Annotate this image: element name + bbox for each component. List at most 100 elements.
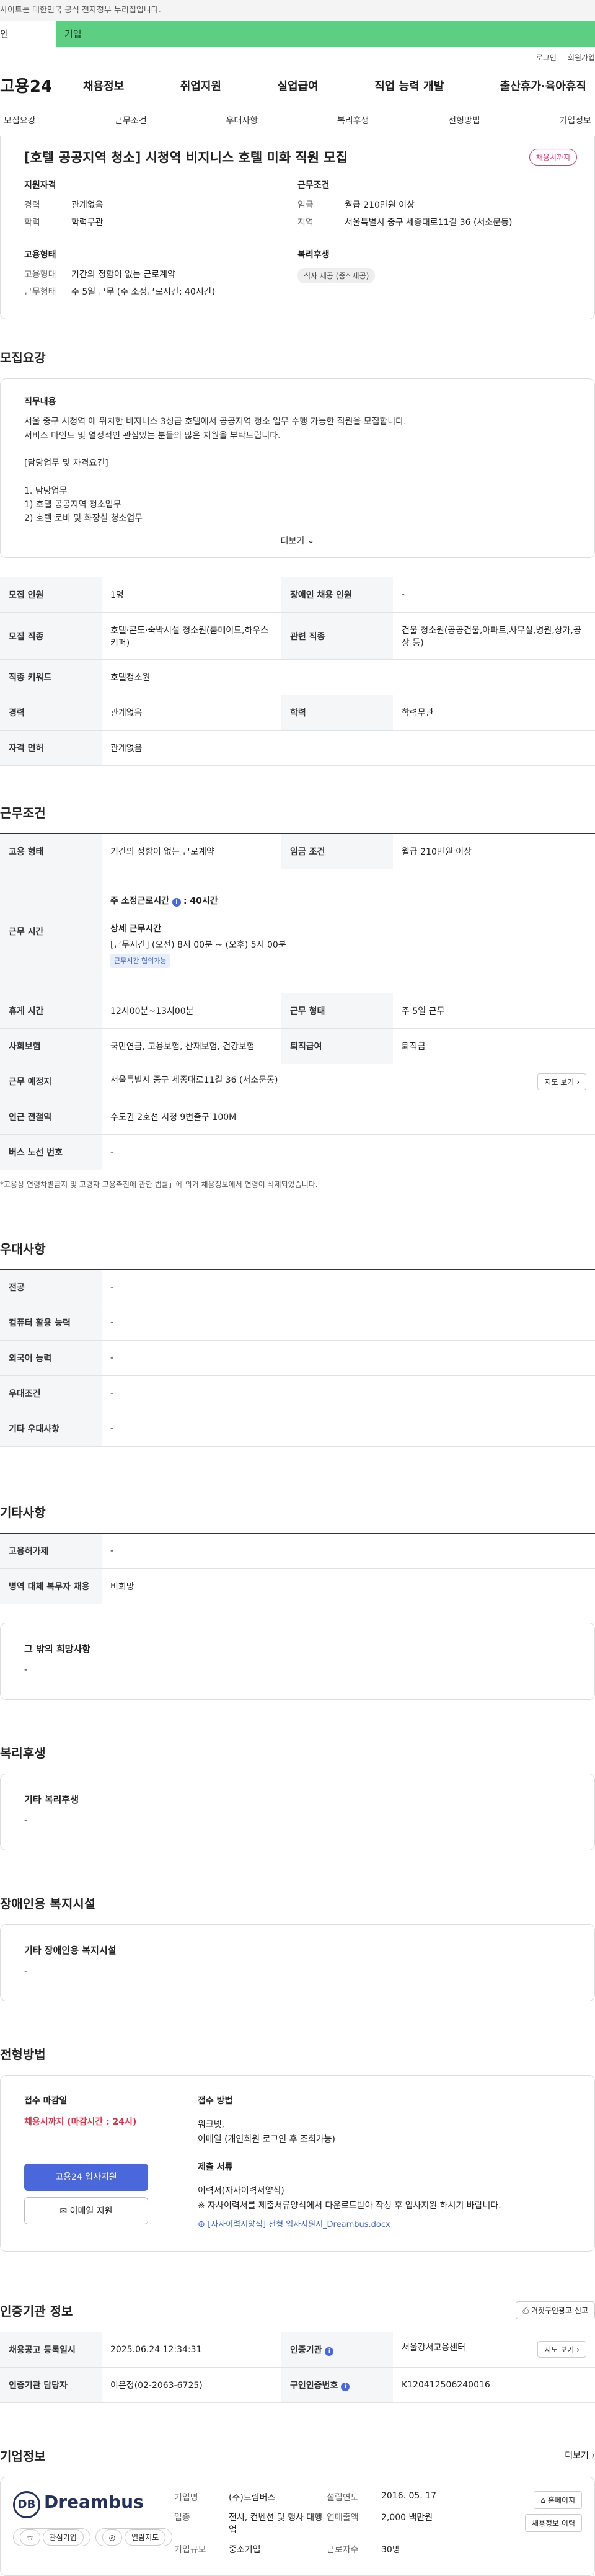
hours-cell: 주 소정근로시간 i : 40시간 상세 근무시간 [근무시간] (오전) 8시… (102, 869, 595, 993)
table-header-cell: 근무 시간 (0, 869, 102, 993)
gnb-item-unemployment-benefit[interactable]: 실업급여 (269, 78, 327, 94)
table-header-cell: 모집 인원 (0, 577, 102, 613)
homepage-button[interactable]: ⌂ 홈페이지 (534, 2490, 582, 2509)
pin-icon: ◎ (102, 2529, 123, 2546)
table-header-cell: 인증기관 i (281, 2331, 393, 2368)
summary-value: 관계없음 (71, 200, 104, 210)
table-row: 근무 시간 주 소정근로시간 i : 40시간 상세 근무시간 [근무시간] (… (0, 869, 595, 993)
company-info-grid: 기업명 (주)드림버스 설립연도 2016. 05. 17 업종 전시, 컨벤션 및 행… (174, 2491, 495, 2562)
agency-map-button[interactable]: 지도 보기 › (537, 2341, 586, 2358)
hours-week-value: : 40시간 (183, 896, 218, 907)
gnb-item-employment-support[interactable]: 취업지원 (172, 78, 230, 94)
anchor-preference[interactable]: 우대사항 (223, 114, 262, 127)
gnb-item-vocational-training[interactable]: 직업 능력 개발 (366, 78, 452, 94)
anchor-apply[interactable]: 전형방법 (444, 114, 484, 127)
table-cell: - (102, 1340, 595, 1376)
section-title-etc: 기타사항 (0, 1505, 46, 1520)
duty-line: 서울 중구 시청역 에 위치한 비지니스 3성급 호텔에서 공공지역 청소 업무… (24, 417, 407, 427)
report-fake-ad-button[interactable]: ⎙ 거짓구인광고 신고 (516, 2301, 595, 2319)
job-history-button[interactable]: 채용정보 이력 (524, 2513, 582, 2532)
agency-label: 인증기관 (290, 2345, 322, 2355)
table-header-cell: 인근 전철역 (0, 1099, 102, 1135)
other-wish-value: - (24, 1665, 28, 1675)
table-row: 고용 형태 기간의 정함이 없는 근로계약 임금 조건 월급 210만원 이상 (0, 833, 595, 869)
table-row: 전공 - (0, 1269, 595, 1305)
section-title-work: 근무조건 (0, 806, 46, 820)
table-header-cell: 근무 형태 (281, 993, 393, 1029)
table-row: 모집 인원 1명 장애인 채용 인원 - (0, 577, 595, 613)
chevron-right-icon: › (576, 2345, 580, 2355)
table-header-cell: 관련 직종 (281, 612, 393, 660)
disability-value: - (24, 1966, 28, 1976)
company-logo-mark: DB (13, 2490, 40, 2518)
table-header-cell: 전공 (0, 1269, 102, 1305)
company-value: 중소기업 (229, 2544, 261, 2555)
disability-heading: 기타 장애인용 복지시설 (24, 1945, 117, 1956)
table-cell: 2025.06.24 12:34:31 (102, 2331, 281, 2368)
email-apply-button[interactable]: ✉ 이메일 지원 (24, 2197, 148, 2224)
table-cell: 수도권 2호선 시청 9번출구 100M (102, 1099, 595, 1135)
company-value: 2016. 05. 17 (381, 2490, 437, 2501)
job-summary-card: [호텔 공공지역 청소] 시청역 비지니스 호텔 미화 직원 모집 채용시까지 … (0, 136, 595, 319)
resume-form-link[interactable]: [자사이력서양식] 전형 입사지원서_Dreambus.docx (208, 2220, 390, 2229)
table-header-cell: 구인인증번호 i (281, 2367, 393, 2403)
favorite-company-button[interactable]: ☆ 관심기업 (13, 2528, 90, 2546)
preference-table: 전공 - 컴퓨터 활용 능력 - 외국어 능력 - 우대조건 - 기타 우대사항 - (0, 1269, 595, 1447)
duty-line: [담당업무 및 자격요건] (24, 458, 108, 469)
table-cell: 관계없음 (102, 695, 281, 731)
summary-key: 고용형태 (24, 270, 56, 280)
table-header-cell: 장애인 채용 인원 (281, 577, 393, 613)
signup-link[interactable]: 회원가입 (568, 52, 595, 63)
status-badge: 채용시까지 (529, 148, 577, 166)
work-place: 서울특별시 중구 세종대로11길 36 (서소문동) (110, 1075, 278, 1085)
table-header-cell: 채용공고 등록일시 (0, 2331, 102, 2368)
summary-key: 학력 (24, 218, 40, 228)
table-header-cell: 인증기관 담당자 (0, 2367, 102, 2403)
deadline-heading: 접수 마감일 (24, 2096, 68, 2106)
map-button[interactable]: 지도 보기 › (537, 1073, 586, 1090)
cert-number-label: 구인인증번호 (290, 2380, 338, 2391)
table-header-cell: 외국어 능력 (0, 1340, 102, 1376)
anchor-benefit[interactable]: 복리후생 (333, 114, 373, 127)
anchor-recruit[interactable]: 모집요강 (0, 114, 40, 127)
other-wish-heading: 그 밖의 희망사항 (24, 1643, 91, 1654)
table-cell: 1명 (102, 577, 281, 613)
tab-company[interactable]: 기업 (56, 21, 595, 47)
anchor-work[interactable]: 근무조건 (111, 114, 151, 127)
table-cell: 서울특별시 중구 세종대로11길 36 (서소문동) 지도 보기 › (102, 1064, 595, 1099)
anchor-company[interactable]: 기업정보 (555, 114, 595, 127)
map-button-label: 지도 보기 (544, 2345, 575, 2355)
summary-employment: 고용형태 고용형태 기간의 정함이 없는 근로계약 근무형태 주 5일 근무 (주 … (24, 248, 298, 303)
site-logo[interactable]: 고용24 (0, 74, 74, 97)
star-icon: ☆ (20, 2529, 40, 2546)
summary-value: 서울특별시 중구 세종대로11길 36 (서소문동) (345, 218, 513, 228)
mail-icon: ✉ (60, 2206, 68, 2216)
section-title-recruit: 모집요강 (0, 350, 46, 365)
company-value: 2,000 백만원 (381, 2512, 433, 2523)
tab-personal[interactable]: 인 (0, 21, 56, 47)
table-header-cell: 병역 대체 복무자 채용 (0, 1568, 102, 1604)
duty-heading: 직무내용 (24, 397, 56, 407)
chevron-down-icon: ⌄ (307, 535, 315, 546)
table-header-cell: 자격 면허 (0, 730, 102, 766)
more-button[interactable]: 더보기 ⌄ (1, 523, 594, 557)
company-more-link[interactable]: 더보기 › (565, 2449, 595, 2461)
table-cell: - (102, 1533, 595, 1569)
job-title: [호텔 공공지역 청소] 시청역 비지니스 호텔 미화 직원 모집 (24, 150, 348, 165)
view-map-button[interactable]: ◎ 열람지도 (95, 2528, 173, 2546)
table-row: 모집 직종 호텔·콘도·숙박시설 청소원(룸메이드,하우스키퍼) 관련 직종 건… (0, 612, 595, 660)
apply-button[interactable]: 고용24 입사지원 (24, 2164, 148, 2191)
login-link[interactable]: 로그인 (536, 52, 557, 63)
chevron-right-icon: › (591, 2451, 595, 2461)
view-map-label: 열람지도 (125, 2529, 166, 2546)
table-row: 버스 노선 번호 - (0, 1134, 595, 1170)
info-icon: i (172, 898, 181, 907)
gnb-item-jobs[interactable]: 채용정보 (74, 78, 133, 94)
gnb-item-parental-leave[interactable]: 출산휴가·육아휴직 (491, 78, 595, 94)
table-header-cell: 학력 (281, 695, 393, 731)
duty-line: 2) 호텔 로비 및 화장실 청소업무 (24, 513, 143, 523)
age-note: *고용상 연령차별금지 및 고령자 고용촉진에 관한 법률」에 의거 채용정보에… (0, 1180, 318, 1189)
company-value: 30명 (381, 2544, 400, 2555)
table-cell: 주 5일 근무 (393, 993, 595, 1029)
method-line: 이메일 (개인회원 로그인 후 조회가능) (198, 2134, 335, 2144)
